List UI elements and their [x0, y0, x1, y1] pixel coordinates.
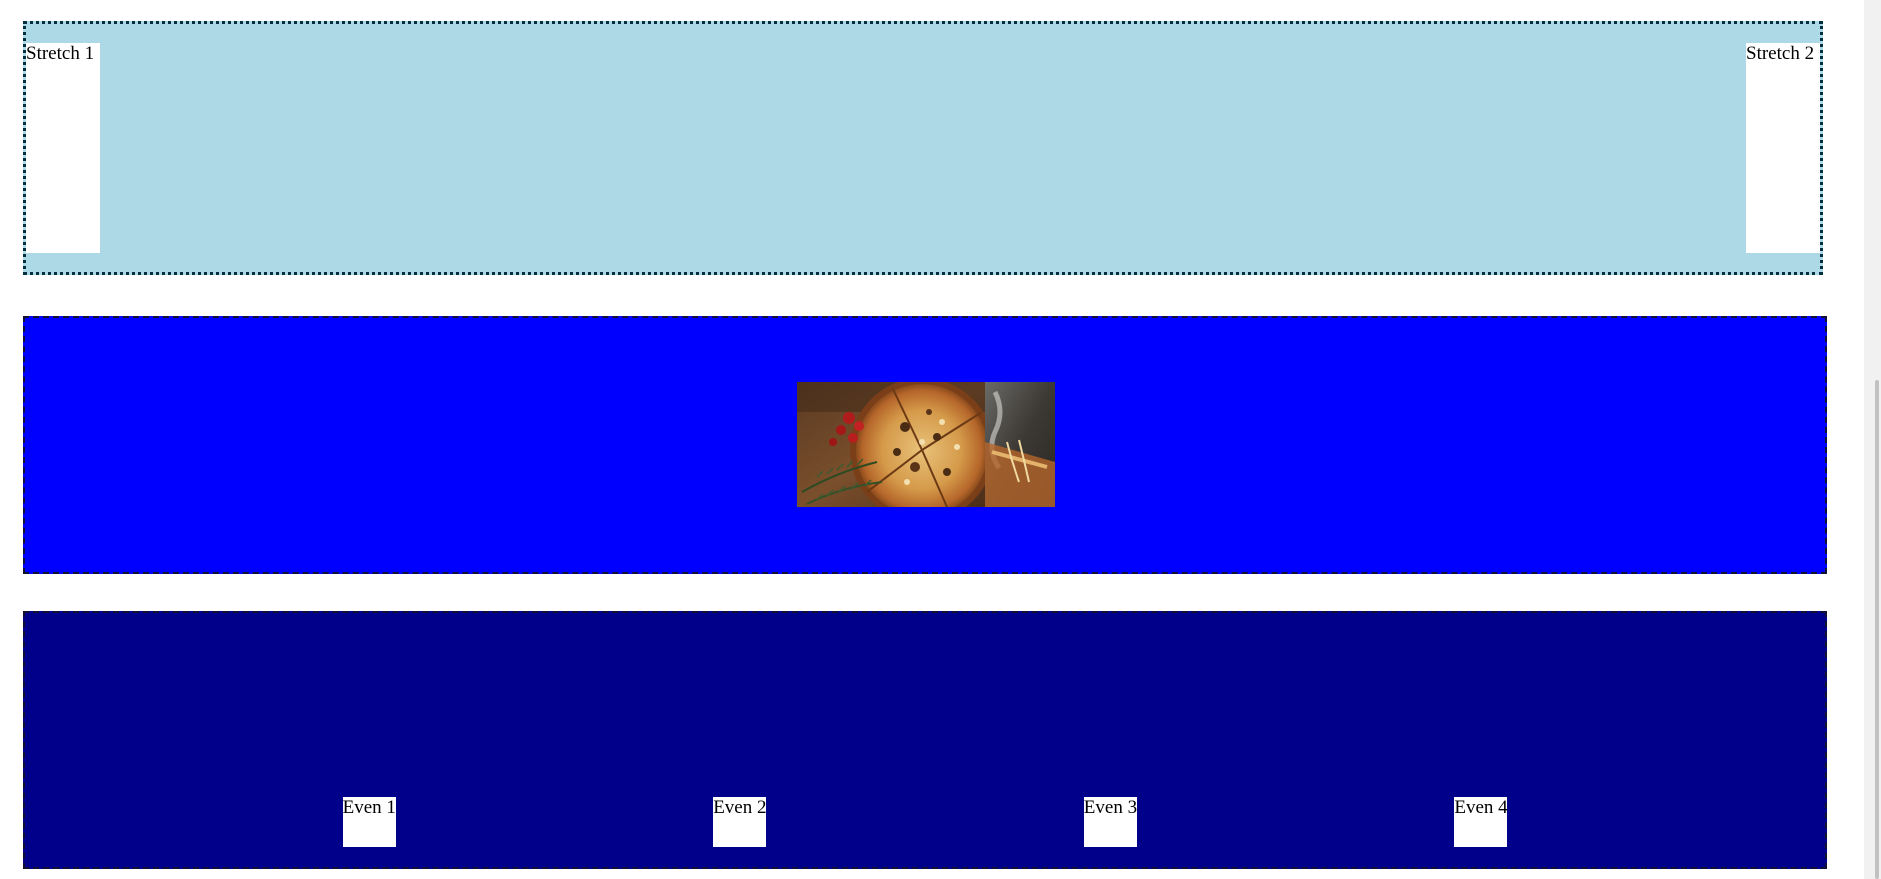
- even-item-4: Even 4: [1454, 797, 1508, 847]
- even-item-3: Even 3: [1083, 797, 1137, 847]
- stretch-flex-container: Stretch 1 Stretch 2: [23, 21, 1823, 275]
- center-flex-container: [23, 316, 1827, 574]
- even-item-2: Even 2: [713, 797, 766, 847]
- scrollbar-thumb[interactable]: [1875, 380, 1879, 879]
- stretch-item-1: Stretch 1: [26, 43, 100, 253]
- even-flex-container: Even 1 Even 2 Even 3 Even 4: [23, 611, 1827, 869]
- even-item-1: Even 1: [342, 797, 396, 847]
- pizza-image: [797, 382, 1055, 507]
- page: Stretch 1 Stretch 2 Even 1 Even 2 Even 3…: [0, 0, 1881, 879]
- stretch-item-2: Stretch 2: [1746, 43, 1820, 253]
